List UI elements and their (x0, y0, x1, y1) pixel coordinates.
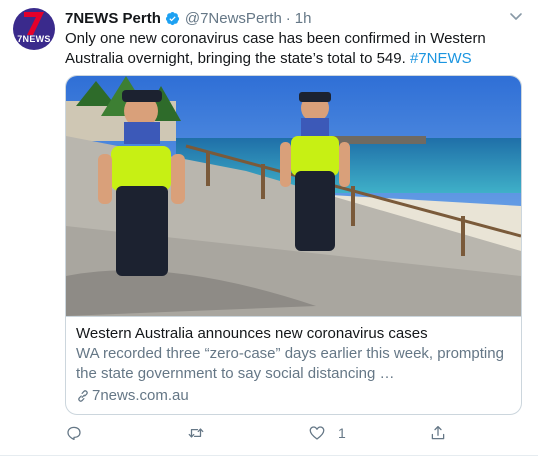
author-handle[interactable]: @7NewsPerth (185, 10, 282, 27)
card-domain-text: 7news.com.au (92, 387, 189, 404)
link-icon (78, 390, 88, 402)
share-button[interactable] (429, 423, 459, 443)
like-button[interactable]: 1 (308, 423, 346, 443)
retweet-icon (188, 428, 204, 438)
tweet-text: Only one new coronavirus case has been c… (65, 29, 525, 69)
hashtag-link[interactable]: #7NEWS (410, 50, 472, 67)
reply-button[interactable] (65, 423, 95, 443)
action-bar: 1 (65, 423, 465, 443)
author-name[interactable]: 7NEWS Perth (65, 10, 161, 27)
avatar-wordmark: 7NEWS (17, 34, 51, 44)
card-body[interactable]: Western Australia announces new coronavi… (66, 316, 521, 414)
tweet[interactable]: 7NEWS 7NEWS Perth @7NewsPerth · 1h Only … (0, 0, 538, 456)
heart-icon (309, 426, 325, 440)
verified-badge-icon (165, 11, 179, 25)
link-card[interactable]: Western Australia announces new coronavi… (65, 75, 522, 415)
avatar[interactable]: 7NEWS (13, 8, 55, 50)
chevron-down-icon[interactable] (508, 8, 524, 24)
card-domain: 7news.com.au (76, 386, 511, 406)
like-count: 1 (338, 425, 346, 441)
card-title: Western Australia announces new coronavi… (76, 325, 428, 342)
tweet-timestamp[interactable]: 1h (295, 10, 312, 27)
7news-logo (24, 12, 44, 35)
card-image[interactable] (66, 76, 521, 316)
card-description: WA recorded three “zero-case” days earli… (76, 345, 504, 382)
retweet-button[interactable] (187, 423, 217, 443)
share-icon (431, 425, 445, 440)
reply-icon (67, 426, 81, 441)
separator-dot: · (285, 9, 291, 27)
tweet-header: 7NEWS Perth @7NewsPerth · 1h (65, 8, 311, 28)
